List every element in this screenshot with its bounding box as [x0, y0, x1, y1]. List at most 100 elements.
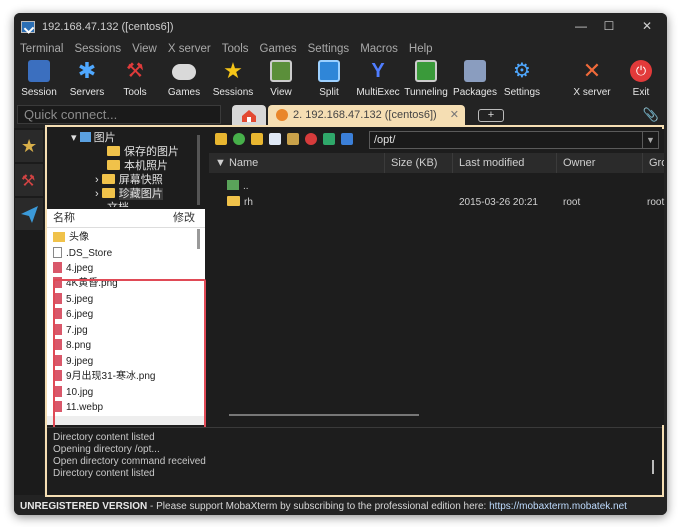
sidebar-tools[interactable]: ⚒ — [15, 164, 43, 196]
up-folder-icon[interactable] — [215, 133, 227, 145]
split-button[interactable]: Split — [304, 60, 354, 98]
remote-path-input[interactable]: /opt/▼ — [369, 131, 659, 149]
column-header-name[interactable]: 名称 — [53, 209, 75, 227]
delete-icon[interactable] — [305, 133, 317, 145]
tree-item[interactable]: 文档 — [107, 199, 129, 207]
menu-sessions[interactable]: Sessions — [74, 43, 121, 55]
column-header-modified[interactable]: 修改 — [173, 209, 195, 227]
tree-item[interactable]: › 屏幕快照 — [95, 171, 163, 186]
download-icon[interactable] — [341, 133, 353, 145]
menu-macros[interactable]: Macros — [360, 43, 398, 55]
tunneling-button[interactable]: Tunneling — [401, 60, 451, 98]
tree-item[interactable]: 本机照片 — [107, 157, 168, 172]
servers-button[interactable]: ✱ Servers — [62, 60, 112, 99]
sidebar-sftp[interactable] — [15, 198, 43, 230]
list-item[interactable]: 6.jpeg — [53, 307, 93, 322]
exit-button[interactable]: ⏻ Exit — [616, 60, 666, 98]
menu-view[interactable]: View — [132, 43, 157, 55]
download-folder-icon[interactable] — [251, 133, 263, 145]
log-panel: Directory content listed Opening directo… — [47, 427, 662, 495]
tools-button[interactable]: ⚒ Tools — [110, 60, 160, 98]
gear-icon: ⚙ — [513, 60, 531, 82]
new-file-icon[interactable] — [269, 133, 281, 145]
title-bar: 192.168.47.132 ([centos6]) — ☐ ✕ — [14, 13, 667, 40]
sidebar-sessions[interactable]: ★ — [15, 130, 43, 162]
new-folder-icon[interactable] — [287, 133, 299, 145]
remote-file-browser: /opt/▼ ▼ Name Size (KB) Last modified Ow… — [209, 129, 664, 425]
tree-item[interactable]: › 珍藏图片 — [95, 185, 163, 200]
packages-button[interactable]: Packages — [450, 60, 500, 98]
image-file-icon — [53, 277, 62, 288]
session-button[interactable]: Session — [14, 60, 64, 98]
horizontal-scrollbar[interactable] — [47, 416, 205, 425]
fork-icon: Y — [371, 60, 385, 82]
window-title: 192.168.47.132 ([centos6]) — [42, 20, 174, 33]
tools-icon: ⚒ — [126, 60, 144, 82]
multiexec-button[interactable]: Y MultiExec — [353, 60, 403, 98]
column-modified[interactable]: Last modified — [453, 153, 557, 173]
list-item[interactable]: 8.png — [53, 338, 91, 353]
sessions-button[interactable]: ★ Sessions — [208, 60, 258, 99]
column-group[interactable]: Gro — [643, 153, 664, 173]
tab-close-icon[interactable]: ✕ — [450, 105, 459, 125]
quick-connect-input[interactable]: Quick connect... — [17, 105, 221, 124]
list-item[interactable]: 5.jpeg — [53, 292, 93, 307]
list-item[interactable]: 4K黄昏.png — [53, 276, 118, 291]
refresh-icon[interactable] — [233, 133, 245, 145]
home-tab[interactable] — [232, 105, 266, 125]
log-line: Directory content listed — [53, 432, 155, 443]
remote-horizontal-scrollbar[interactable] — [229, 414, 419, 416]
list-item[interactable]: 9.jpeg — [53, 354, 93, 369]
folder-icon — [53, 232, 65, 242]
new-tab-button[interactable]: + — [478, 109, 504, 122]
menu-settings[interactable]: Settings — [308, 43, 350, 55]
view-button[interactable]: View — [256, 60, 306, 98]
list-item[interactable]: 10.jpg — [53, 385, 93, 400]
folder-icon — [107, 146, 120, 156]
paperclip-icon[interactable]: 📎 — [643, 107, 659, 123]
tree-scrollbar[interactable] — [197, 135, 200, 205]
menu-games[interactable]: Games — [260, 43, 297, 55]
cell-group: root — [647, 197, 665, 208]
x-server-button[interactable]: ✕ X server — [567, 60, 617, 99]
list-item[interactable]: 11.webp — [53, 400, 103, 415]
mobaxterm-link[interactable]: https://mobaxterm.mobatek.net — [489, 501, 627, 512]
settings-button[interactable]: ⚙ Settings — [497, 60, 547, 98]
cell-modified: 2015-03-26 20:21 — [459, 197, 538, 208]
log-scrollbar[interactable] — [652, 460, 654, 474]
list-item[interactable]: .DS_Store — [53, 246, 112, 261]
image-file-icon — [53, 339, 62, 350]
column-size[interactable]: Size (KB) — [385, 153, 453, 173]
list-item[interactable]: 4.jpeg — [53, 261, 93, 276]
list-item[interactable]: 头像 — [53, 230, 89, 245]
list-item[interactable]: 9月出现31-寒冰.png — [53, 369, 155, 384]
folder-icon — [101, 174, 115, 184]
table-row[interactable]: rh 2015-03-26 20:21 root root — [209, 195, 664, 211]
games-button[interactable]: Games — [159, 60, 209, 98]
table-row[interactable]: .. — [209, 179, 664, 195]
minimize-button[interactable]: — — [570, 18, 592, 34]
unregistered-label: UNREGISTERED VERSION — [20, 501, 148, 512]
list-item[interactable]: 7.jpg — [53, 323, 88, 338]
log-line: Open directory command received — [53, 456, 206, 467]
cell-owner: root — [563, 197, 581, 208]
chevron-down-icon[interactable]: ▼ — [642, 132, 658, 148]
tree-item[interactable]: ▾ 图片 — [71, 129, 116, 144]
svg-text:⚒: ⚒ — [21, 173, 35, 190]
column-owner[interactable]: Owner — [557, 153, 643, 173]
maximize-button[interactable]: ☐ — [598, 18, 620, 34]
close-button[interactable]: ✕ — [636, 18, 658, 34]
column-name[interactable]: ▼ Name — [209, 153, 385, 173]
upload-icon[interactable] — [323, 133, 335, 145]
menu-terminal[interactable]: Terminal — [20, 43, 63, 55]
session-tab-active[interactable]: 2. 192.168.47.132 ([centos6]) ✕ — [268, 105, 465, 125]
menu-help[interactable]: Help — [409, 43, 433, 55]
image-file-icon — [53, 355, 62, 366]
session-icon — [28, 60, 50, 82]
image-file-icon — [53, 370, 62, 381]
image-file-icon — [53, 293, 62, 304]
tree-item[interactable]: 保存的图片 — [107, 143, 179, 158]
menu-tools[interactable]: Tools — [222, 43, 249, 55]
file-scrollbar[interactable] — [197, 229, 200, 249]
menu-x-server[interactable]: X server — [168, 43, 211, 55]
